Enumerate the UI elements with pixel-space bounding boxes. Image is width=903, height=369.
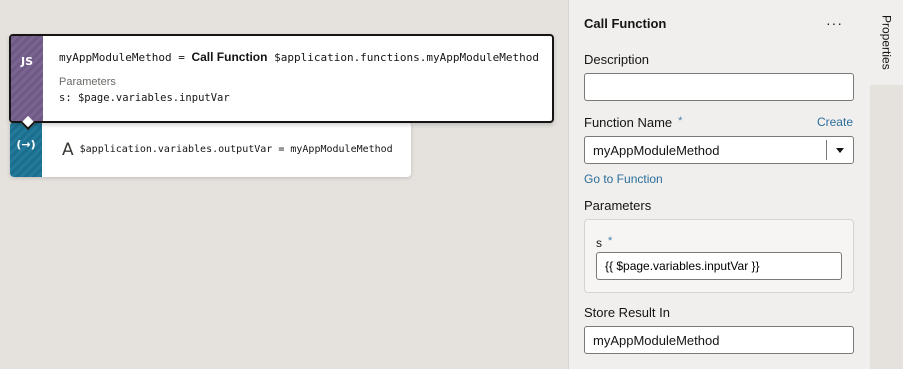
parameters-label: Parameters xyxy=(584,198,652,213)
store-result-label-row: Store Result In xyxy=(584,305,870,320)
call-node-equals: = xyxy=(178,51,185,64)
panel-header: Call Function ··· xyxy=(569,0,870,36)
call-node-action: Call Function xyxy=(191,50,268,64)
call-node-summary: myAppModuleMethod = Call Function $appli… xyxy=(59,50,539,64)
javascript-icon: JS xyxy=(20,55,33,68)
store-result-input[interactable] xyxy=(584,326,854,354)
function-name-select[interactable]: myAppModuleMethod xyxy=(584,136,854,164)
string-type-icon: A xyxy=(62,139,74,160)
call-node-param-line: s: $page.variables.inputVar xyxy=(59,92,230,104)
chevron-down-icon xyxy=(836,147,844,153)
param-s-input[interactable] xyxy=(596,252,842,280)
parameters-label-row: Parameters xyxy=(584,198,870,213)
parameters-box: s * xyxy=(584,219,854,293)
properties-panel: Call Function ··· Description Function N… xyxy=(568,0,870,369)
function-name-label-row: Function Name * Create xyxy=(584,115,870,130)
required-indicator: * xyxy=(678,115,683,127)
assign-node-body: A $application.variables.outputVar = myA… xyxy=(42,122,393,177)
param-s-label-row: s * xyxy=(596,235,853,250)
call-node-params-label: Parameters xyxy=(59,76,116,88)
call-node-target: myAppModuleMethod xyxy=(59,51,172,64)
action-chain-canvas: JS myAppModuleMethod = Call Function $ap… xyxy=(0,0,568,369)
param-s-label: s xyxy=(596,236,602,250)
tab-properties[interactable]: Properties xyxy=(870,0,903,85)
param-required-indicator: * xyxy=(608,235,613,247)
description-label-row: Description xyxy=(584,52,870,67)
function-name-label: Function Name xyxy=(584,115,673,130)
store-result-label: Store Result In xyxy=(584,305,670,320)
create-function-link[interactable]: Create xyxy=(817,115,853,130)
call-function-node[interactable]: JS myAppModuleMethod = Call Function $ap… xyxy=(9,34,554,123)
assign-variable-icon: (→) xyxy=(16,138,36,151)
call-node-path: $application.functions.myAppModuleMethod xyxy=(274,51,539,64)
side-tab-bar: Properties xyxy=(870,0,903,369)
function-name-value: myAppModuleMethod xyxy=(593,142,720,158)
description-input[interactable] xyxy=(584,73,854,101)
tab-properties-label: Properties xyxy=(879,15,894,70)
assign-node-expression: $application.variables.outputVar = myApp… xyxy=(79,144,393,155)
call-node-strip: JS xyxy=(11,36,43,121)
description-label: Description xyxy=(584,52,650,67)
more-options-icon[interactable]: ··· xyxy=(820,15,855,31)
assign-variables-node[interactable]: (→) A $application.variables.outputVar =… xyxy=(10,122,411,177)
assign-node-strip: (→) xyxy=(10,122,42,177)
panel-title: Call Function xyxy=(584,15,667,31)
call-node-body: myAppModuleMethod = Call Function $appli… xyxy=(43,36,539,121)
go-to-function-link[interactable]: Go to Function xyxy=(584,172,870,186)
function-name-dropdown-button[interactable] xyxy=(826,140,853,160)
